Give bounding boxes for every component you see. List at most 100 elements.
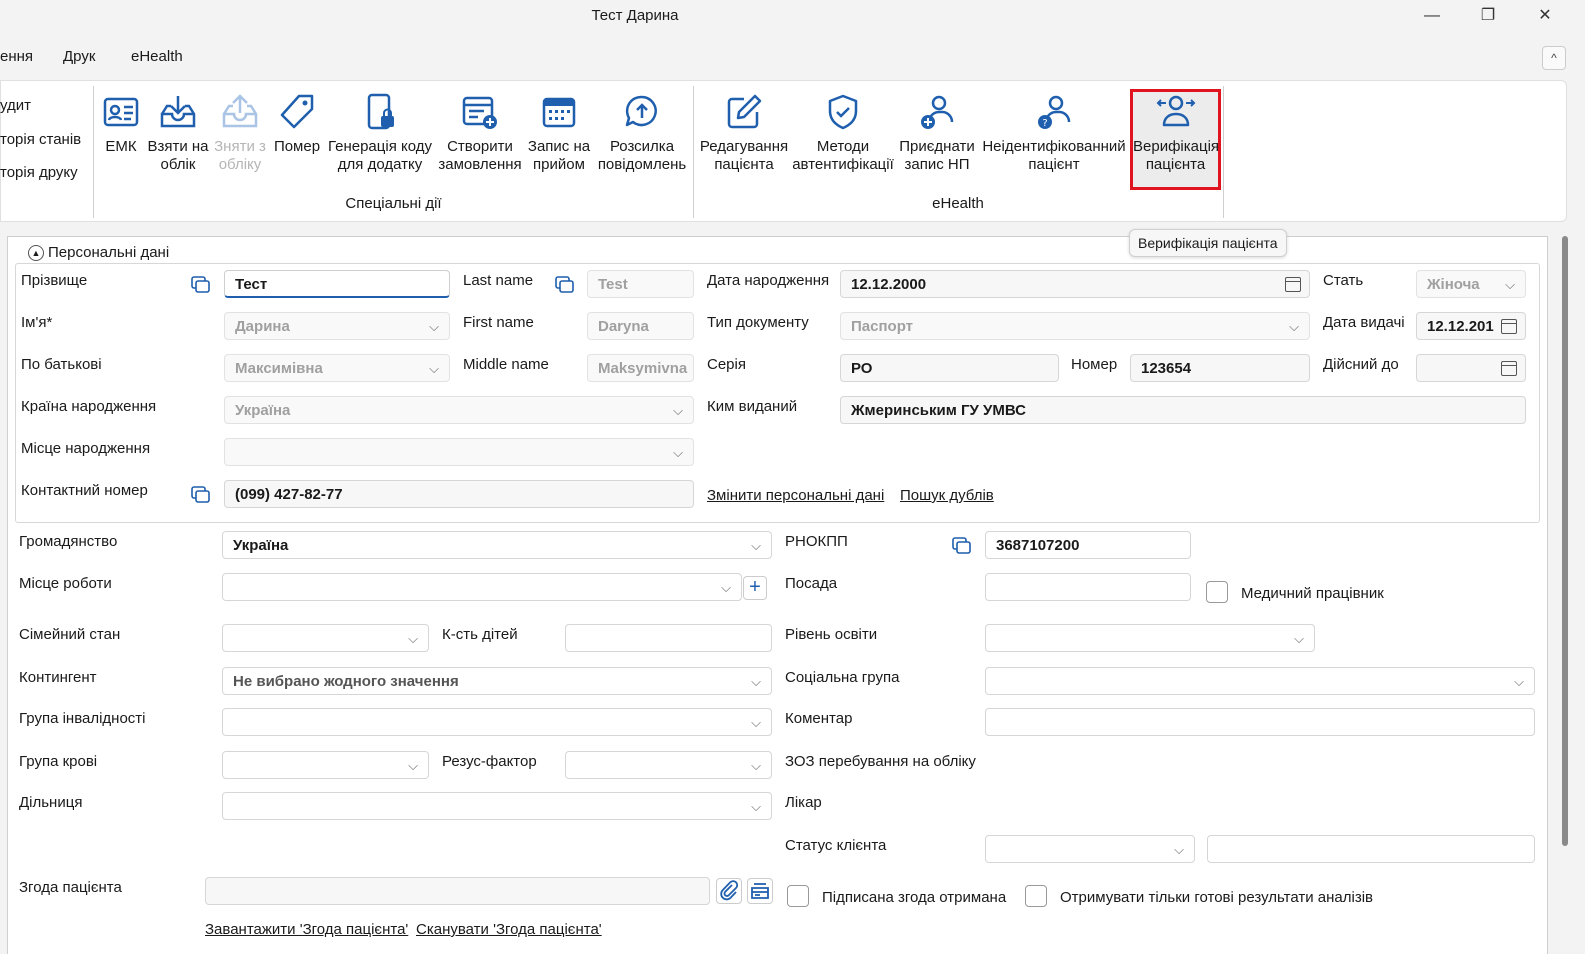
audit-link[interactable]: удит: [0, 97, 31, 114]
surname-input[interactable]: Тест: [224, 270, 450, 298]
district-select[interactable]: ⌵: [222, 792, 772, 820]
close-button[interactable]: ✕: [1525, 4, 1565, 28]
mailing-label-1: Розсилка: [609, 138, 675, 155]
change-personal-data-link[interactable]: Змінити персональні дані: [707, 487, 884, 504]
sex-select[interactable]: Жіноча ⌵: [1416, 270, 1526, 298]
rnokpp-input[interactable]: 3687107200: [985, 531, 1191, 559]
verify-patient-button[interactable]: Верифікація пацієнта: [1133, 92, 1219, 174]
auth-methods-button[interactable]: Методи автентифікації: [792, 92, 894, 174]
birth-date-input[interactable]: 12.12.2000: [840, 270, 1310, 298]
blood-select[interactable]: ⌵: [222, 751, 429, 779]
education-select[interactable]: ⌵: [985, 624, 1315, 652]
patronymic-select[interactable]: Максимівна ⌵: [224, 354, 450, 382]
scan-consent-link[interactable]: Сканувати 'Згода пацієнта': [416, 921, 602, 938]
calendar-icon[interactable]: [1501, 361, 1517, 376]
edit-icon: [727, 94, 762, 129]
add-workplace-button[interactable]: +: [743, 576, 767, 600]
menu-item-print[interactable]: Друк: [63, 48, 95, 65]
calendar-icon[interactable]: [1285, 277, 1301, 292]
disability-label: Група інвалідності: [19, 710, 146, 727]
name-value: Дарина: [235, 318, 290, 335]
position-input[interactable]: [985, 573, 1191, 601]
issued-by-label: Ким виданий: [707, 398, 798, 415]
issue-date-input[interactable]: 12.12.201: [1416, 312, 1526, 340]
died-button[interactable]: Помер: [272, 92, 322, 156]
take-register-button[interactable]: Взяти на облік: [146, 92, 210, 174]
restore-button[interactable]: ❐: [1468, 4, 1508, 28]
consent-file-input[interactable]: [205, 877, 710, 905]
number-label: Номер: [1071, 356, 1118, 373]
client-status-select[interactable]: ⌵: [985, 835, 1195, 863]
number-input[interactable]: 123654: [1130, 354, 1310, 382]
comment-input[interactable]: [985, 708, 1535, 736]
middle-name-input[interactable]: Maksymivna: [587, 354, 694, 382]
attach-record-button[interactable]: Приєднати запис НП: [896, 92, 978, 174]
edit-patient-label-1: Редагування: [699, 138, 789, 155]
consent-signed-checkbox[interactable]: [787, 885, 809, 907]
birth-country-select[interactable]: Україна ⌵: [224, 396, 694, 424]
workplace-select[interactable]: ⌵: [222, 573, 742, 601]
emk-button[interactable]: ЕМК: [100, 92, 142, 156]
only-ready-results-checkbox[interactable]: [1025, 885, 1047, 907]
inbox-upload-icon: [222, 94, 258, 128]
rh-select[interactable]: ⌵: [565, 751, 772, 779]
phone-input[interactable]: (099) 427-82-77: [224, 480, 694, 508]
upload-consent-link[interactable]: Завантажити 'Згода пацієнта': [205, 921, 408, 938]
valid-to-input[interactable]: [1416, 354, 1526, 382]
collapse-ribbon-button[interactable]: ^: [1542, 46, 1566, 70]
birth-place-select[interactable]: ⌵: [224, 438, 694, 466]
birth-country-label: Країна народження: [21, 398, 157, 415]
copy-icon[interactable]: [555, 276, 575, 294]
edit-patient-button[interactable]: Редагування пацієнта: [698, 92, 790, 174]
menu-item-ehealth[interactable]: eHealth: [131, 48, 183, 65]
disability-select[interactable]: ⌵: [222, 708, 772, 736]
marital-select[interactable]: ⌵: [222, 624, 429, 652]
attach-file-button[interactable]: [716, 878, 742, 904]
copy-icon[interactable]: [952, 537, 972, 555]
personal-data-toggle[interactable]: ▲ Персональні дані: [24, 244, 174, 261]
create-order-button[interactable]: Створити замовлення: [436, 92, 524, 174]
first-name-input[interactable]: Daryna: [587, 312, 694, 340]
state-history-link[interactable]: торія станів: [0, 131, 81, 148]
name-select[interactable]: Дарина ⌵: [224, 312, 450, 340]
phone-lock-icon: [367, 93, 394, 130]
copy-icon[interactable]: [191, 276, 211, 294]
remove-register-button[interactable]: Зняти з обліку: [210, 92, 270, 174]
chevron-down-icon: ⌵: [673, 403, 683, 418]
search-duplicates-link[interactable]: Пошук дублів: [900, 487, 994, 504]
remove-register-label-2: обліку: [218, 156, 262, 173]
last-name-input[interactable]: Test: [587, 270, 694, 298]
citizenship-select[interactable]: Україна ⌵: [222, 531, 772, 559]
issued-by-input[interactable]: Жмеринським ГУ УМВС: [840, 396, 1526, 424]
series-input[interactable]: РО: [840, 354, 1059, 382]
ribbon-separator: [1223, 86, 1224, 218]
appointment-button[interactable]: Запис на прийом: [524, 92, 594, 174]
medical-worker-checkbox[interactable]: [1206, 581, 1228, 603]
sex-label: Стать: [1323, 272, 1364, 289]
print-history-link[interactable]: торія друку: [0, 164, 78, 181]
chevron-down-icon: ⌵: [1289, 319, 1299, 334]
issue-date-value: 12.12.201: [1427, 318, 1494, 335]
attach-record-label-1: Приєднати: [899, 138, 975, 155]
children-input[interactable]: [565, 624, 772, 652]
appointment-label-2: прийом: [533, 156, 585, 173]
doc-type-select[interactable]: Паспорт ⌵: [840, 312, 1310, 340]
only-ready-results-label: Отримувати тільки готові результати анал…: [1060, 889, 1374, 906]
generate-code-button[interactable]: Генерація коду для додатку: [326, 92, 434, 174]
menu-item-0[interactable]: ення: [0, 48, 33, 65]
calendar-icon[interactable]: [1501, 319, 1517, 334]
doc-type-value: Паспорт: [851, 318, 913, 335]
mailing-button[interactable]: Розсилка повідомлень: [596, 92, 688, 174]
personal-data-title: Персональні дані: [48, 244, 170, 261]
copy-icon[interactable]: [191, 486, 211, 504]
client-status-extra-input[interactable]: [1207, 835, 1535, 863]
unidentified-patient-button[interactable]: ? Неідентифікованний пацієнт: [980, 92, 1128, 174]
vertical-scrollbar[interactable]: [1562, 236, 1568, 846]
contingent-select[interactable]: Не вибрано жодного значення ⌵: [222, 667, 772, 695]
minimize-button[interactable]: —: [1412, 4, 1452, 28]
scan-button[interactable]: [747, 878, 773, 904]
create-order-label-2: замовлення: [438, 156, 522, 173]
chevron-down-icon: ⌵: [751, 758, 761, 773]
social-group-select[interactable]: ⌵: [985, 667, 1535, 695]
phone-label: Контактний номер: [21, 482, 148, 499]
